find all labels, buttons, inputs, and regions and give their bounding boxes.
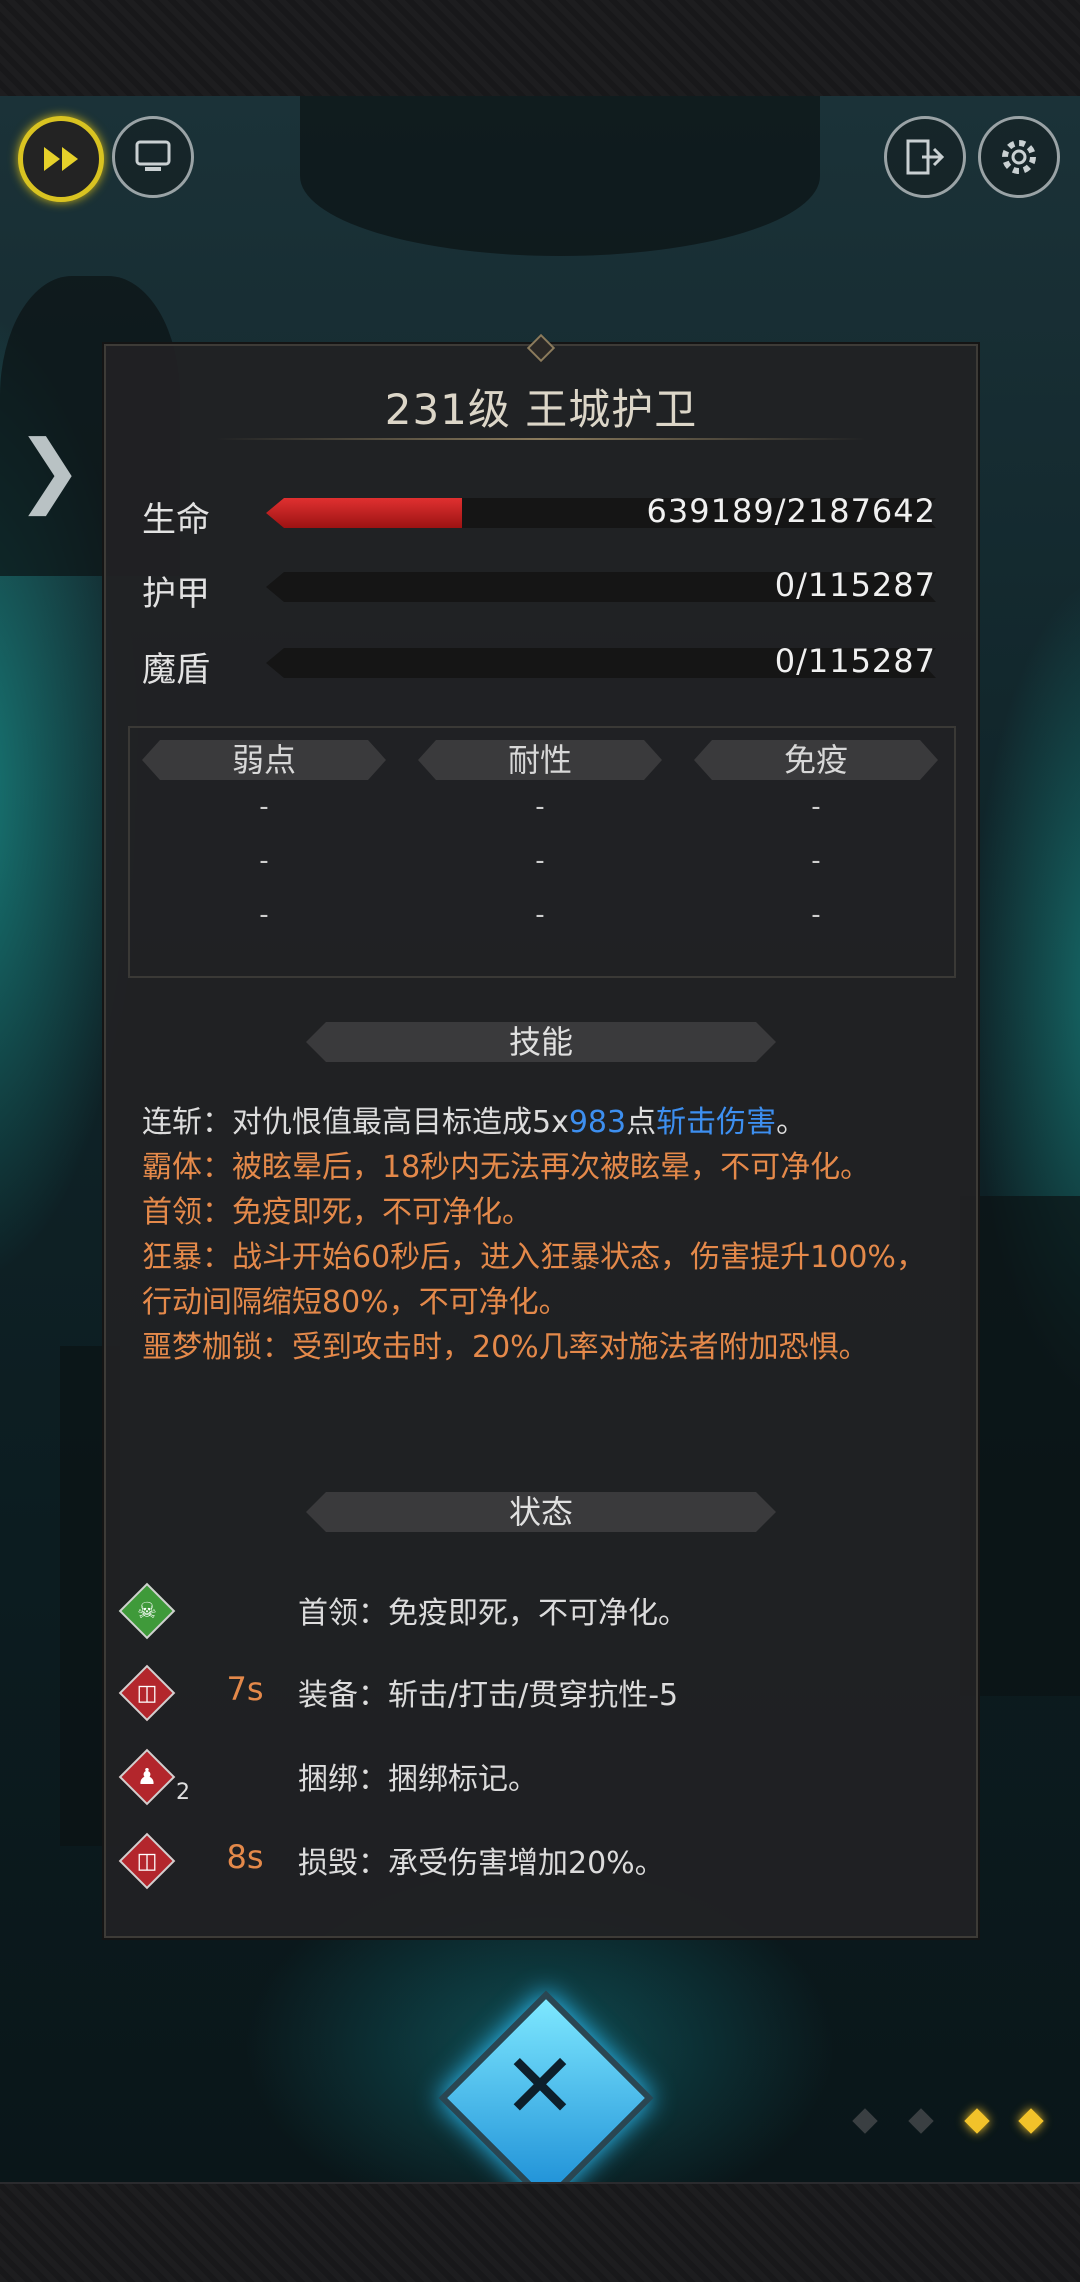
- auto-battle-icon: [135, 140, 171, 171]
- fast-forward-icon: [44, 147, 78, 171]
- skill-name: 狂暴：: [142, 1240, 232, 1275]
- armor-value: 0/115287: [774, 566, 936, 604]
- skills-heading: 技能: [306, 1022, 776, 1062]
- skill-text: 点: [626, 1105, 657, 1140]
- skill-item: 首领：免疫即死，不可净化。: [142, 1190, 942, 1235]
- status-row[interactable]: ♟ 2 捆绑：捆绑标记。: [118, 1748, 942, 1808]
- skill-item: 噩梦枷锁：受到攻击时，20%几率对施法者附加恐惧。: [142, 1325, 942, 1370]
- damage-type-link[interactable]: 斩击伤害: [656, 1105, 776, 1140]
- weakness-value: -: [259, 792, 269, 822]
- skill-name: 霸体：: [142, 1150, 232, 1185]
- hp-bar-fill: [266, 498, 462, 528]
- hp-value: 639189/2187642: [646, 492, 936, 530]
- tolerance-header: 耐性: [418, 740, 662, 780]
- status-duration: 7s: [226, 1670, 264, 1708]
- tolerance-value: -: [535, 846, 545, 876]
- status-text: 捆绑：捆绑标记。: [298, 1762, 538, 1797]
- status-row[interactable]: ☠ 首领：免疫即死，不可净化。: [118, 1582, 942, 1642]
- skill-name: 连斩：: [142, 1105, 232, 1140]
- gear-icon: [1002, 140, 1036, 174]
- status-text: 装备：斩击/打击/贯穿抗性-5: [298, 1678, 679, 1713]
- immunity-value: -: [811, 846, 821, 876]
- skill-text: 。: [776, 1105, 807, 1140]
- status-stack-count: 2: [176, 1780, 190, 1805]
- weakness-value: -: [259, 846, 269, 876]
- close-icon: ✕: [502, 2034, 578, 2139]
- status-text: 损毁：承受伤害增加20%。: [298, 1846, 665, 1881]
- skill-item: 霸体：被眩晕后，18秒内无法再次被眩晕，不可净化。: [142, 1145, 942, 1190]
- tolerance-value: -: [535, 792, 545, 822]
- bottom-frame: [0, 2182, 1080, 2282]
- immunity-value: -: [811, 900, 821, 930]
- shield-value: 0/115287: [774, 642, 936, 680]
- enemy-title: 231级 王城护卫: [384, 385, 698, 434]
- auto-battle-button[interactable]: [112, 116, 194, 198]
- shield-icon: ◫: [118, 1664, 176, 1722]
- status-duration: 8s: [226, 1838, 264, 1876]
- immunity-value: -: [811, 792, 821, 822]
- resistance-table: 弱点 耐性 免疫 - - - - - - - - -: [128, 726, 956, 978]
- skill-text: 被眩晕后，18秒内无法再次被眩晕，不可净化。: [232, 1150, 871, 1185]
- skill-name: 噩梦枷锁：: [142, 1330, 292, 1365]
- skill-text: 对仇恨值最高目标造成5x: [232, 1105, 569, 1140]
- immunity-header: 免疫: [694, 740, 938, 780]
- armor-label: 护甲: [142, 574, 210, 614]
- skill-name: 首领：: [142, 1195, 232, 1230]
- weakness-value: -: [259, 900, 269, 930]
- tolerance-value: -: [535, 900, 545, 930]
- status-heading: 状态: [306, 1492, 776, 1532]
- skill-text: 受到攻击时，20%几率对施法者附加恐惧。: [292, 1330, 869, 1365]
- top-frame: [0, 0, 1080, 98]
- skill-text: 战斗开始60秒后，进入狂暴状态，伤害提升100%，行动间隔缩短80%，不可净化。: [142, 1240, 926, 1320]
- skill-text: 免疫即死，不可净化。: [232, 1195, 532, 1230]
- exit-button[interactable]: [884, 116, 966, 198]
- skill-damage-value: 983: [568, 1105, 627, 1140]
- weakness-header: 弱点: [142, 740, 386, 780]
- skull-icon: ☠: [118, 1582, 176, 1640]
- skill-item: 狂暴：战斗开始60秒后，进入狂暴状态，伤害提升100%，行动间隔缩短80%，不可…: [142, 1235, 942, 1325]
- skills-list: 连斩：对仇恨值最高目标造成5x983点斩击伤害。 霸体：被眩晕后，18秒内无法再…: [142, 1100, 942, 1370]
- status-row[interactable]: ◫ 7s 装备：斩击/打击/贯穿抗性-5: [118, 1664, 942, 1724]
- bind-icon: ♟: [118, 1748, 176, 1806]
- enemy-info-panel: 231级 王城护卫 生命 639189/2187642 护甲 0/115287 …: [104, 333, 978, 1938]
- title-divider: [216, 438, 866, 440]
- status-text: 首领：免疫即死，不可净化。: [298, 1596, 688, 1631]
- shield-label: 魔盾: [142, 650, 210, 690]
- settings-button[interactable]: [978, 116, 1060, 198]
- close-button[interactable]: ✕: [438, 1990, 654, 2206]
- exit-icon: [906, 139, 945, 175]
- hp-label: 生命: [142, 500, 210, 540]
- status-row[interactable]: ◫ 8s 损毁：承受伤害增加20%。: [118, 1832, 942, 1892]
- fast-forward-button[interactable]: [18, 116, 104, 202]
- skill-item: 连斩：对仇恨值最高目标造成5x983点斩击伤害。: [142, 1100, 942, 1145]
- shield-icon: ◫: [118, 1832, 176, 1890]
- chevron-right-icon[interactable]: ❯: [16, 430, 83, 510]
